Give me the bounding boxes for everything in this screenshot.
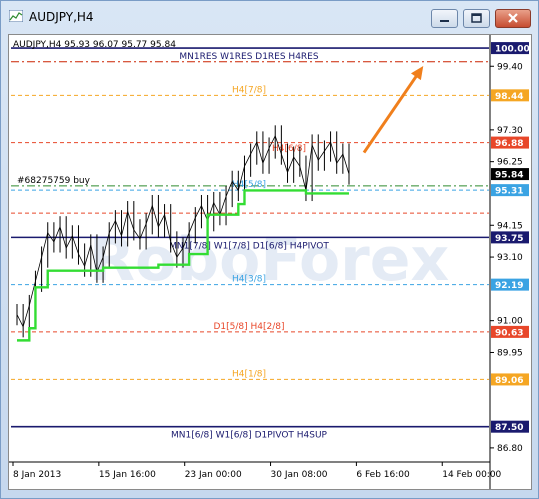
watermark: RoboForex bbox=[89, 225, 449, 295]
y-tick-label-5: 91.00 bbox=[497, 317, 523, 327]
price-badge-text-9: 87.50 bbox=[495, 423, 523, 433]
chart-header: AUDJPY,H4 95.93 96.07 95.77 95.84 bbox=[13, 40, 176, 50]
chart-area[interactable]: RoboForex MN1RES W1RES D1RES H4RES 100.00 H… bbox=[8, 34, 532, 490]
y-tick-label-2: 96.25 bbox=[497, 158, 523, 168]
price-badge-text-7: 90.63 bbox=[495, 328, 523, 338]
order-label: #68275759 buy bbox=[17, 176, 91, 186]
level-label-8: H4[1/8] bbox=[232, 369, 266, 379]
close-icon bbox=[508, 13, 518, 23]
price-badge-text-6: 92.19 bbox=[495, 281, 523, 291]
close-button[interactable] bbox=[495, 9, 531, 28]
price-badge-text-4: 95.31 bbox=[495, 187, 523, 197]
x-tick-label-5: 14 Feb 00:00 bbox=[442, 470, 501, 480]
forecast-arrow-head bbox=[410, 65, 424, 81]
price-badge-text-2: 96.88 bbox=[495, 139, 523, 149]
x-tick-label-0: 8 Jan 2013 bbox=[13, 470, 61, 480]
restore-icon bbox=[471, 13, 482, 23]
price-badge-text-1: 98.44 bbox=[495, 92, 523, 102]
price-chart[interactable]: RoboForex MN1RES W1RES D1RES H4RES 100.00 H… bbox=[9, 35, 531, 489]
x-tick-label-3: 30 Jan 08:00 bbox=[271, 470, 328, 480]
x-tick-label-4: 6 Feb 16:00 bbox=[356, 470, 410, 480]
price-badge-text-5: 93.75 bbox=[495, 234, 523, 244]
restore-button[interactable] bbox=[463, 9, 490, 28]
level-label-9: MN1[6/8] W1[6/8] D1PIVOT H4SUP bbox=[171, 431, 328, 441]
x-tick-label-2: 23 Jan 00:00 bbox=[185, 470, 242, 480]
level-label-0: MN1RES W1RES D1RES H4RES bbox=[179, 52, 318, 62]
level-label-7: D1[5/8] H4[2/8] bbox=[213, 322, 284, 332]
x-tick-label-1: 15 Jan 16:00 bbox=[99, 470, 156, 480]
y-tick-label-4: 93.10 bbox=[497, 253, 523, 263]
y-tick-label-3: 94.15 bbox=[497, 221, 523, 231]
y-tick-label-1: 97.30 bbox=[497, 126, 523, 136]
level-label-5: MN1[7/8] W1[7/8] D1[6/8] H4PIVOT bbox=[169, 241, 329, 251]
y-tick-label-7: 86.80 bbox=[497, 444, 523, 454]
window-title: AUDJPY,H4 bbox=[29, 10, 94, 24]
chart-window: AUDJPY,H4 RoboForex MN1RES W1RES D1RES H4… bbox=[0, 0, 539, 499]
price-badge-text-0: 100.00 bbox=[495, 45, 530, 55]
chart-window-icon bbox=[9, 10, 23, 22]
y-tick-label-0: 99.40 bbox=[497, 62, 523, 72]
mid-label-0: H4[6/8] bbox=[272, 144, 306, 154]
price-badge-text-8: 89.06 bbox=[495, 376, 523, 386]
forecast-arrow-line bbox=[362, 68, 423, 154]
title-bar[interactable]: AUDJPY,H4 bbox=[1, 1, 538, 33]
price-badge-text-3: 95.84 bbox=[495, 171, 523, 181]
y-tick-label-6: 89.95 bbox=[497, 348, 523, 358]
minimize-icon bbox=[440, 20, 449, 22]
level-label-6: H4[3/8] bbox=[232, 275, 266, 285]
minimize-button[interactable] bbox=[431, 9, 458, 28]
level-label-1: H4[7/8] bbox=[232, 85, 266, 95]
